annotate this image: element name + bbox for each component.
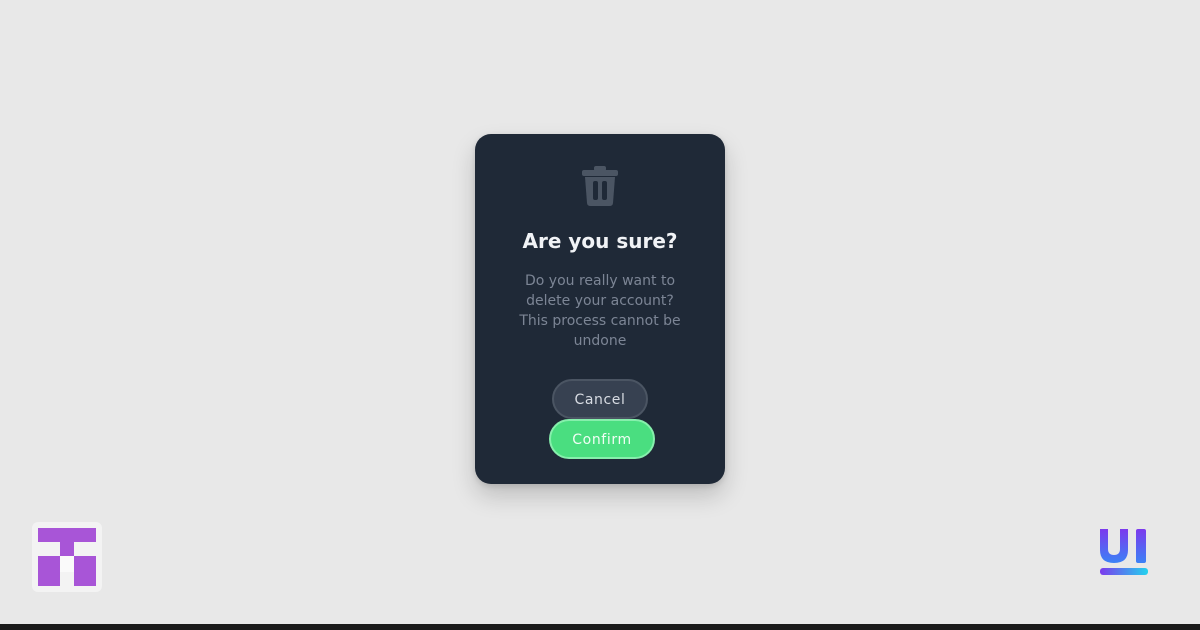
confirm-button[interactable]: Confirm: [549, 419, 655, 459]
tuts-logo-icon: [32, 522, 102, 592]
trash-icon: [582, 166, 618, 206]
cancel-button[interactable]: Cancel: [552, 379, 648, 419]
dialog-message: Do you really want to delete your accoun…: [519, 273, 681, 349]
dialog-title: Are you sure?: [522, 229, 678, 253]
bottom-bar: [0, 624, 1200, 630]
uiverse-logo-icon: [1094, 523, 1154, 583]
confirm-dialog: Are you sure? Do you really want to dele…: [475, 134, 725, 484]
